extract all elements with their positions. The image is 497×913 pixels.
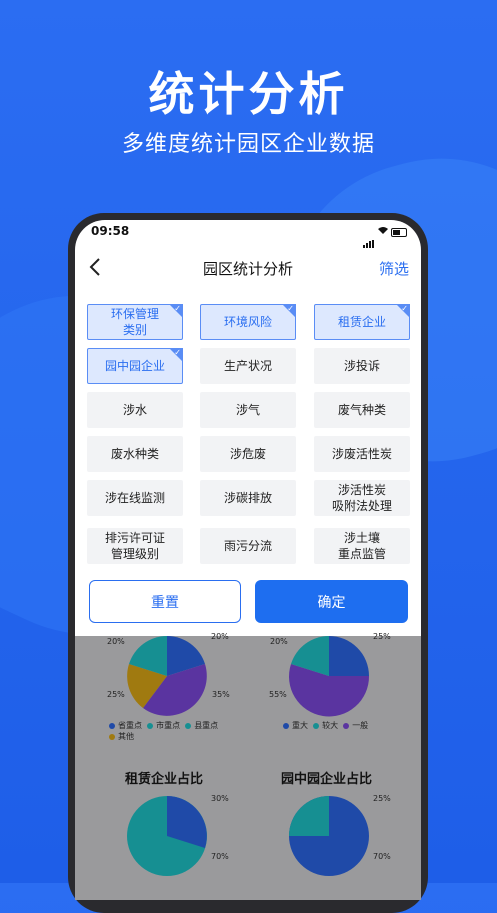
pie-label: 35% bbox=[212, 690, 230, 699]
battery-icon bbox=[391, 228, 407, 237]
filter-chip[interactable]: 废气种类 bbox=[314, 392, 410, 428]
pie-label: 70% bbox=[373, 852, 391, 861]
legend-pie-2: 重大 较大 一般 bbox=[283, 720, 368, 731]
filter-chip[interactable]: 涉在线监测 bbox=[87, 480, 183, 516]
check-icon: ✓ bbox=[174, 304, 181, 313]
pie-chart-1 bbox=[127, 636, 207, 716]
pie-chart-4 bbox=[289, 796, 369, 876]
filter-chip[interactable]: 雨污分流 bbox=[200, 528, 296, 564]
wifi-icon bbox=[378, 227, 388, 234]
legend-item: 重大 bbox=[283, 721, 308, 730]
filter-chip[interactable]: 排污许可证 管理级别 bbox=[87, 528, 183, 564]
page-title: 园区统计分析 bbox=[202, 260, 293, 278]
filter-chip[interactable]: 租赁企业 ✓ bbox=[314, 304, 410, 340]
pie-label: 20% bbox=[107, 637, 125, 646]
pie-slice bbox=[289, 796, 329, 836]
filter-chip[interactable]: 环境风险 ✓ bbox=[200, 304, 296, 340]
legend-item: 其他 bbox=[109, 732, 134, 741]
filter-chip[interactable]: 涉投诉 bbox=[314, 348, 410, 384]
check-icon: ✓ bbox=[287, 304, 294, 313]
chart-title: 租赁企业占比 bbox=[125, 772, 204, 787]
pie-chart-2 bbox=[289, 636, 370, 717]
signal-icon bbox=[363, 229, 375, 248]
pie-slice bbox=[329, 636, 369, 676]
legend-pie-1: 省重点 市重点 县重点 其他 bbox=[109, 720, 218, 742]
filter-chip[interactable]: 涉废活性炭 bbox=[314, 436, 410, 472]
chart-title: 园中园企业占比 bbox=[281, 772, 373, 787]
pie-label: 25% bbox=[373, 794, 391, 803]
filter-chip[interactable]: 涉活性炭 吸附法处理 bbox=[314, 480, 410, 516]
filter-chip[interactable]: 园中园企业 ✓ bbox=[87, 348, 183, 384]
pie-chart-3 bbox=[127, 796, 207, 876]
filter-chip[interactable]: 涉危废 bbox=[200, 436, 296, 472]
status-time: 09:58 bbox=[91, 224, 130, 238]
check-icon: ✓ bbox=[174, 348, 181, 357]
filter-button[interactable]: 筛选 bbox=[379, 258, 409, 279]
hero-title: 统计分析 bbox=[148, 67, 349, 121]
phone-screen: 09:58 园区统计分析 筛选 环保管理 类别 ✓ 环境风险 ✓ 租赁企业 ✓ 园中园企业 ✓… bbox=[75, 220, 421, 900]
legend-item: 省重点 bbox=[109, 721, 142, 730]
pie-label: 20% bbox=[270, 637, 288, 646]
navigation-bar: 园区统计分析 筛选 bbox=[75, 248, 421, 288]
filter-chip[interactable]: 废水种类 bbox=[87, 436, 183, 472]
legend-item: 较大 bbox=[313, 721, 338, 730]
pie-label: 20% bbox=[211, 632, 229, 641]
check-icon: ✓ bbox=[401, 304, 408, 313]
legend-item: 市重点 bbox=[147, 721, 180, 730]
filter-chip[interactable]: 涉水 bbox=[87, 392, 183, 428]
legend-item: 县重点 bbox=[185, 721, 218, 730]
reset-button[interactable]: 重置 bbox=[89, 580, 241, 623]
pie-label: 25% bbox=[107, 690, 125, 699]
filter-chip[interactable]: 生产状况 bbox=[200, 348, 296, 384]
dimmed-statistics-area: 20% 20% 35% 25% 20% 25% 55% 省重点 市重点 县重点 … bbox=[75, 632, 421, 900]
pie-label: 55% bbox=[269, 690, 287, 699]
filter-chip[interactable]: 涉土壤 重点监管 bbox=[314, 528, 410, 564]
filter-chip[interactable]: 涉碳排放 bbox=[200, 480, 296, 516]
filter-chip[interactable]: 涉气 bbox=[200, 392, 296, 428]
pie-label: 25% bbox=[373, 632, 391, 641]
hero-subtitle: 多维度统计园区企业数据 bbox=[121, 132, 375, 157]
confirm-button[interactable]: 确定 bbox=[255, 580, 408, 623]
status-bar: 09:58 bbox=[75, 220, 421, 248]
pie-label: 30% bbox=[211, 794, 229, 803]
legend-item: 一般 bbox=[343, 721, 368, 730]
pie-label: 70% bbox=[211, 852, 229, 861]
filter-chip[interactable]: 环保管理 类别 ✓ bbox=[87, 304, 183, 340]
